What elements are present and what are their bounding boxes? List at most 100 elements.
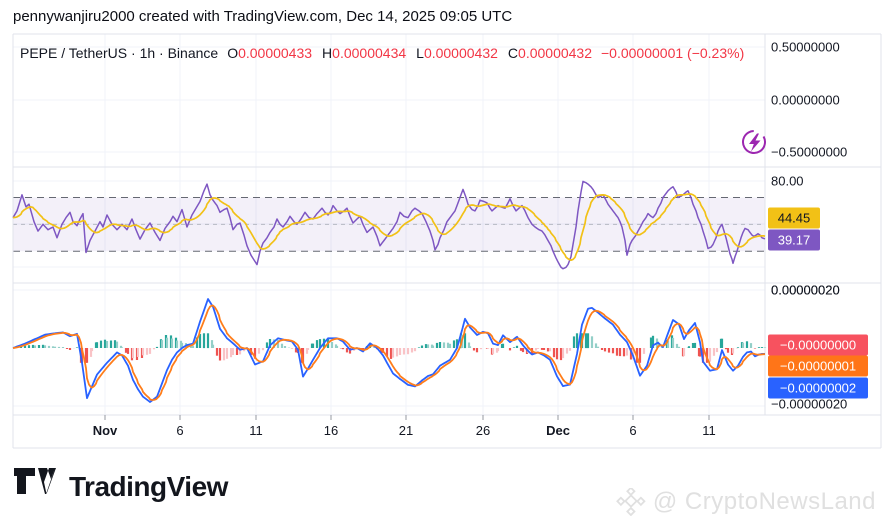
macd-histogram-bar (120, 347, 124, 348)
macd-histogram-bar (435, 342, 439, 348)
macd-histogram-bar (548, 348, 552, 352)
macd-histogram-bar (90, 348, 94, 352)
chart-share-image: pennywanjiru2000 created with TradingVie… (0, 0, 886, 523)
macd-histogram-bar (512, 347, 516, 348)
macd-histogram-bar (472, 348, 476, 351)
macd-histogram-bar (693, 342, 697, 348)
axis-tick-label: −0.50000000 (771, 144, 848, 160)
macd-histogram-bar (280, 343, 284, 348)
macd-histogram-bar (731, 348, 735, 354)
time-tick-label: 11 (249, 423, 263, 438)
tradingview-wordmark: TradingView (69, 470, 228, 502)
macd-histogram-bar (586, 333, 590, 349)
time-tick-label: 16 (323, 423, 339, 438)
macd-histogram-bar (763, 347, 767, 348)
macd-histogram-bar (720, 338, 724, 348)
macd-histogram-bar (222, 348, 226, 361)
macd-histogram-bar (625, 348, 629, 356)
axis-value-badge: 44.45 (768, 207, 820, 229)
macd-histogram-bar (611, 348, 615, 354)
macd-histogram-bar (315, 340, 319, 348)
macd-histogram-bar (677, 346, 681, 348)
macd-histogram-bar (136, 348, 140, 357)
macd-histogram-bar (170, 338, 174, 348)
price-change: −0.00000001 (−0.23%) (601, 45, 745, 61)
macd-histogram-bar (508, 348, 512, 351)
macd-histogram-bar (708, 348, 712, 362)
macd-histogram-bar (603, 348, 607, 352)
macd-histogram-bar (420, 345, 424, 348)
macd-histogram-bar (519, 348, 523, 351)
axis-value-badge: −0.00000000 (768, 334, 868, 356)
macd-histogram-bar (229, 348, 233, 358)
macd-histogram-bar (594, 343, 598, 348)
macd-histogram-bar (410, 348, 414, 353)
symbol-title-row: PEPE / TetherUS · 1h · Binance O0.000004… (20, 45, 744, 61)
macd-histogram-bar (540, 348, 544, 350)
macd-histogram-bar (202, 333, 206, 349)
macd-histogram-bar (53, 346, 57, 348)
ohlc-item: H0.00000434 (322, 45, 407, 61)
macd-histogram-bar (175, 340, 179, 348)
macd-histogram-bar (330, 342, 334, 348)
tradingview-logo[interactable]: TradingView (14, 468, 228, 505)
macd-histogram-bar (341, 348, 345, 350)
macd-histogram-bar (68, 348, 72, 350)
chart-plot-area[interactable] (0, 0, 886, 523)
macd-histogram-bar (191, 345, 195, 348)
macd-histogram-bar (726, 348, 730, 353)
macd-histogram-bar (552, 348, 556, 358)
macd-histogram-bar (417, 347, 421, 348)
ohlc-values: O0.00000433 H0.00000434 L0.00000432 C0.0000… (227, 45, 592, 61)
macd-histogram-bar (398, 348, 402, 355)
axis-value-badge: 39.17 (768, 229, 820, 251)
time-tick-label: 11 (702, 423, 716, 438)
macd-histogram-bar (47, 345, 51, 348)
macd-histogram-bar (33, 345, 37, 348)
macd-histogram-bar (160, 340, 164, 348)
macd-histogram-bar (565, 348, 569, 354)
macd-histogram-bar (546, 348, 550, 352)
macd-histogram-bar (491, 348, 495, 354)
axis-value-badge: −0.00000002 (768, 377, 868, 399)
macd-histogram-bar (261, 348, 265, 351)
axis-tick-label: 0.00000020 (771, 282, 840, 298)
macd-histogram-bar (109, 340, 113, 348)
axis-tick-label: −0.00000020 (771, 396, 848, 412)
macd-histogram-bar (391, 348, 395, 358)
macd-histogram-bar (306, 348, 310, 350)
axis-value-badge: −0.00000001 (768, 355, 868, 377)
macd-histogram-bar (31, 344, 35, 348)
macd-histogram-bar (152, 348, 156, 350)
macd-histogram-bar (37, 345, 41, 348)
macd-histogram-bar (736, 347, 740, 348)
macd-histogram-bar (749, 343, 753, 348)
macd-histogram-bar (155, 346, 159, 348)
macd-histogram-bar (413, 348, 417, 352)
macd-histogram-bar (103, 339, 107, 348)
macd-histogram-bar (43, 345, 47, 348)
macd-histogram-bar (486, 348, 490, 349)
macd-histogram-bar (596, 346, 600, 348)
macd-histogram-bar (687, 346, 691, 348)
macd-histogram-bar (126, 348, 130, 354)
macd-histogram-bar (584, 333, 588, 349)
macd-histogram-bar (452, 340, 456, 348)
macd-histogram-bar (542, 348, 546, 350)
macd-histogram-bar (211, 344, 215, 348)
macd-histogram-bar (131, 348, 135, 359)
macd-histogram-bar (426, 344, 430, 348)
macd-histogram-bar (675, 343, 679, 348)
tradingview-logo-icon (14, 468, 56, 494)
macd-histogram-bar (438, 342, 442, 348)
macd-histogram-bar (642, 348, 646, 354)
macd-histogram-bar (95, 342, 99, 348)
macd-histogram-bar (468, 346, 472, 348)
time-tick-label: Dec (546, 423, 570, 438)
macd-histogram-bar (85, 348, 89, 363)
macd-histogram-bar (555, 348, 559, 360)
macd-histogram-bar (741, 342, 745, 348)
macd-histogram-bar (712, 348, 716, 356)
macd-histogram-bar (61, 347, 65, 348)
symbol-interval-exchange[interactable]: PEPE / TetherUS · 1h · Binance (20, 45, 218, 61)
